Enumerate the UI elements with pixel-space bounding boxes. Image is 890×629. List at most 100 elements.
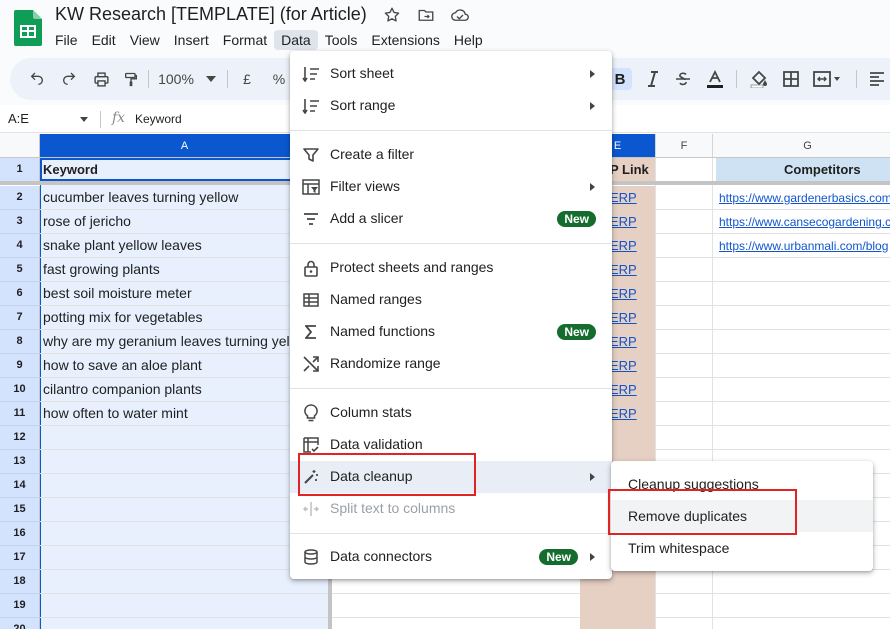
select-all-corner[interactable] (0, 134, 40, 158)
serp-link-text[interactable]: ERP (610, 286, 637, 301)
cell-competitor[interactable] (716, 282, 890, 306)
cell-keyword[interactable]: how to save an aloe plant (43, 357, 327, 373)
serp-link-text[interactable]: ERP (610, 238, 637, 253)
menu-data[interactable]: Data (274, 30, 318, 50)
cell-competitor[interactable] (716, 402, 890, 426)
text-color-icon[interactable] (704, 68, 726, 90)
undo-icon[interactable] (26, 68, 48, 90)
cell-keyword[interactable]: cilantro companion plants (43, 381, 327, 397)
cell-competitor[interactable] (716, 618, 890, 629)
cloud-saved-icon[interactable] (450, 5, 470, 25)
menu-tools[interactable]: Tools (318, 30, 365, 50)
menu-extensions[interactable]: Extensions (364, 30, 446, 50)
cell-competitor[interactable]: https://www.urbanmali.com/blog (716, 234, 890, 258)
row-header-1[interactable]: 1 (0, 158, 40, 182)
competitor-link[interactable]: https://www.urbanmali.com/blog (719, 239, 888, 253)
row-header-14[interactable]: 14 (0, 474, 40, 498)
menu-view[interactable]: View (123, 30, 167, 50)
menu-item-sort-sheet[interactable]: Sort sheet (290, 58, 612, 90)
row-header-17[interactable]: 17 (0, 546, 40, 570)
name-box[interactable]: A:E (8, 111, 29, 126)
row-header-10[interactable]: 10 (0, 378, 40, 402)
menu-item-filter-views[interactable]: Filter views (290, 171, 612, 203)
name-box-dropdown-icon[interactable] (80, 117, 88, 122)
currency-format-button[interactable]: £ (238, 68, 256, 90)
row-header-2[interactable]: 2 (0, 186, 40, 210)
menu-item-sort-range[interactable]: Sort range (290, 90, 612, 122)
cell-serp-empty[interactable] (580, 594, 655, 618)
serp-link-text[interactable]: ERP (610, 382, 637, 397)
strikethrough-icon[interactable] (672, 68, 694, 90)
row-header-18[interactable]: 18 (0, 570, 40, 594)
competitor-link[interactable]: https://www.cansecogardening.com (719, 215, 890, 229)
cell-competitor[interactable] (716, 570, 890, 594)
row-header-11[interactable]: 11 (0, 402, 40, 426)
menu-format[interactable]: Format (216, 30, 274, 50)
row-header-5[interactable]: 5 (0, 258, 40, 282)
redo-icon[interactable] (58, 68, 80, 90)
row-header-4[interactable]: 4 (0, 234, 40, 258)
borders-icon[interactable] (780, 68, 802, 90)
cell-keyword[interactable]: rose of jericho (43, 213, 327, 229)
cell-keyword[interactable]: how often to water mint (43, 405, 327, 421)
row-header-7[interactable]: 7 (0, 306, 40, 330)
row-header-19[interactable]: 19 (0, 594, 40, 618)
sheets-logo-icon[interactable] (14, 10, 42, 46)
align-left-icon[interactable] (866, 68, 888, 90)
cell-competitor[interactable] (716, 426, 890, 450)
cell-keyword[interactable]: why are my geranium leaves turning yello… (43, 333, 327, 349)
column-header-f[interactable]: F (656, 134, 713, 158)
row-header-9[interactable]: 9 (0, 354, 40, 378)
menu-item-protect-sheets[interactable]: Protect sheets and ranges (290, 252, 612, 284)
cell-keyword[interactable]: best soil moisture meter (43, 285, 327, 301)
row-header-20[interactable]: 20 (0, 618, 40, 629)
row-header-6[interactable]: 6 (0, 282, 40, 306)
zoom-select[interactable]: 100% (156, 68, 196, 90)
row-header-13[interactable]: 13 (0, 450, 40, 474)
cell-competitor[interactable] (716, 594, 890, 618)
serp-link-text[interactable]: ERP (610, 334, 637, 349)
cell-competitor[interactable] (716, 330, 890, 354)
cell-keyword[interactable]: cucumber leaves turning yellow (43, 189, 327, 205)
row-header-16[interactable]: 16 (0, 522, 40, 546)
serp-link-text[interactable]: ERP (610, 190, 637, 205)
menu-help[interactable]: Help (447, 30, 490, 50)
move-folder-icon[interactable] (416, 5, 436, 25)
menu-file[interactable]: File (48, 30, 85, 50)
cell-keyword[interactable]: snake plant yellow leaves (43, 237, 327, 253)
zoom-dropdown-icon[interactable] (206, 68, 216, 90)
merge-cells-icon[interactable] (812, 68, 842, 90)
cell-keyword[interactable]: potting mix for vegetables (43, 309, 327, 325)
cell-competitor[interactable] (716, 258, 890, 282)
serp-link-text[interactable]: ERP (610, 358, 637, 373)
competitor-link[interactable]: https://www.gardenerbasics.com (719, 191, 890, 205)
fill-color-icon[interactable] (748, 68, 770, 90)
print-icon[interactable] (90, 68, 112, 90)
menu-item-named-ranges[interactable]: Named ranges (290, 284, 612, 316)
column-header-a[interactable]: A (40, 134, 330, 158)
menu-edit[interactable]: Edit (85, 30, 123, 50)
cell-competitors-header[interactable]: Competitors (716, 158, 890, 182)
row-header-12[interactable]: 12 (0, 426, 40, 450)
column-header-g[interactable]: G (713, 134, 890, 158)
menu-item-column-stats[interactable]: Column stats (290, 397, 612, 429)
menu-insert[interactable]: Insert (167, 30, 216, 50)
formula-input[interactable]: Keyword (135, 112, 182, 126)
cell-competitor[interactable] (716, 354, 890, 378)
document-title[interactable]: KW Research [TEMPLATE] (for Article) (55, 4, 367, 25)
menu-item-create-filter[interactable]: Create a filter (290, 139, 612, 171)
cell-competitor[interactable] (716, 378, 890, 402)
cell-competitor[interactable] (716, 306, 890, 330)
menu-item-named-functions[interactable]: Named functions New (290, 316, 612, 348)
menu-item-add-slicer[interactable]: Add a slicer New (290, 203, 612, 235)
row-header-8[interactable]: 8 (0, 330, 40, 354)
menu-item-data-connectors[interactable]: Data connectors New (290, 541, 612, 573)
row-header-3[interactable]: 3 (0, 210, 40, 234)
cell-competitor[interactable]: https://www.cansecogardening.com (716, 210, 890, 234)
cell-serp-empty[interactable] (580, 618, 655, 629)
italic-icon[interactable] (642, 68, 664, 90)
menu-item-randomize-range[interactable]: Randomize range (290, 348, 612, 380)
cell-keyword[interactable]: fast growing plants (43, 261, 327, 277)
serp-link-text[interactable]: ERP (610, 310, 637, 325)
paint-format-icon[interactable] (120, 68, 142, 90)
